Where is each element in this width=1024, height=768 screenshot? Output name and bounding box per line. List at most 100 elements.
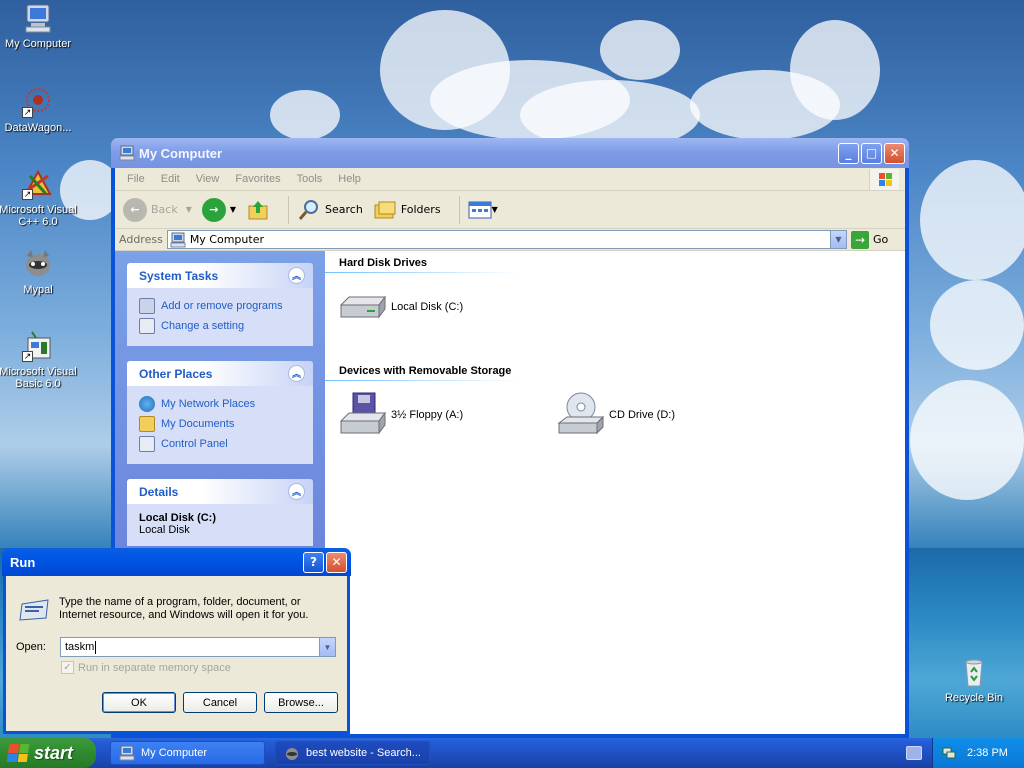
control-panel-link[interactable]: Control Panel bbox=[139, 434, 301, 454]
maximize-button[interactable]: □ bbox=[861, 142, 882, 164]
run-icon bbox=[18, 598, 50, 622]
taskbar: start My Computer best website - Search.… bbox=[0, 738, 1024, 768]
open-label: Open: bbox=[16, 641, 46, 653]
search-icon bbox=[298, 199, 319, 220]
taskbar-item-my-computer[interactable]: My Computer bbox=[110, 741, 265, 765]
forward-button[interactable]: → ▼ bbox=[201, 197, 237, 222]
system-tasks-panel: System Tasks ︽ Add or remove programs Ch… bbox=[127, 263, 313, 346]
run-close-button[interactable]: ✕ bbox=[326, 551, 347, 573]
chevron-down-icon: ▼ bbox=[491, 205, 498, 214]
up-folder-button[interactable] bbox=[246, 198, 270, 222]
close-button[interactable]: ✕ bbox=[884, 142, 905, 164]
address-field[interactable]: My Computer ▼ bbox=[166, 230, 847, 249]
computer-icon bbox=[119, 745, 135, 761]
search-button[interactable]: Search bbox=[297, 198, 363, 222]
separate-memory-checkbox[interactable]: ✓ Run in separate memory space bbox=[61, 661, 231, 674]
folders-button[interactable]: Folders bbox=[373, 198, 441, 222]
ok-button[interactable]: OK bbox=[102, 692, 176, 713]
minimize-button[interactable]: _ bbox=[838, 142, 859, 164]
desktop-icon-label: Mypal bbox=[23, 284, 53, 296]
open-input[interactable]: taskm ▼ bbox=[60, 637, 336, 657]
visual-cpp-icon: ↗ bbox=[22, 168, 54, 200]
address-label: Address bbox=[119, 233, 163, 246]
menu-edit[interactable]: Edit bbox=[153, 173, 188, 185]
computer-icon bbox=[119, 145, 135, 161]
details-header[interactable]: Details ︽ bbox=[127, 479, 313, 504]
details-panel: Details ︽ Local Disk (C:) Local Disk bbox=[127, 479, 313, 546]
explorer-titlebar[interactable]: My Computer _ □ ✕ bbox=[111, 138, 909, 168]
drive-local-disk-c[interactable]: Local Disk (C:) bbox=[339, 283, 557, 331]
my-documents-link[interactable]: My Documents bbox=[139, 414, 301, 434]
browse-button[interactable]: Browse... bbox=[264, 692, 338, 713]
mypal-icon bbox=[22, 248, 54, 280]
keyboard-icon[interactable] bbox=[906, 746, 922, 760]
run-title: Run bbox=[10, 554, 36, 570]
taskbar-item-browser[interactable]: best website - Search... bbox=[275, 741, 430, 765]
control-panel-icon bbox=[139, 318, 155, 334]
desktop-icon-my-computer[interactable]: My Computer bbox=[0, 2, 78, 50]
clock[interactable]: 2:38 PM bbox=[967, 747, 1008, 759]
drive-floppy-a[interactable]: 3½ Floppy (A:) bbox=[339, 391, 557, 439]
network-tray-icon[interactable] bbox=[941, 745, 957, 761]
desktop-icon-visual-basic[interactable]: ↗ Microsoft Visual Basic 6.0 bbox=[0, 330, 78, 390]
add-remove-programs-icon bbox=[139, 298, 155, 314]
floppy-drive-icon bbox=[339, 391, 387, 439]
desktop-icon-mypal[interactable]: Mypal bbox=[0, 248, 78, 296]
go-button[interactable]: → Go bbox=[851, 230, 901, 249]
up-folder-icon bbox=[248, 200, 268, 219]
my-network-places-link[interactable]: My Network Places bbox=[139, 394, 301, 414]
menu-tools[interactable]: Tools bbox=[289, 173, 331, 185]
checkbox-icon: ✓ bbox=[61, 661, 74, 674]
folders-icon bbox=[374, 201, 396, 218]
change-setting-link[interactable]: Change a setting bbox=[139, 316, 301, 336]
cancel-button[interactable]: Cancel bbox=[183, 692, 257, 713]
back-button[interactable]: ← Back ▼ bbox=[123, 197, 192, 222]
system-tray: 2:38 PM bbox=[932, 738, 1024, 768]
hard-disk-icon bbox=[339, 283, 387, 331]
run-titlebar[interactable]: Run ? ✕ bbox=[2, 548, 351, 576]
system-tasks-header[interactable]: System Tasks ︽ bbox=[127, 263, 313, 288]
network-places-icon bbox=[139, 396, 155, 412]
open-dropdown-button[interactable]: ▼ bbox=[319, 638, 335, 656]
desktop-icon-recycle-bin[interactable]: Recycle Bin bbox=[934, 656, 1014, 704]
details-name: Local Disk (C:) bbox=[139, 512, 217, 524]
group-header-hard-disks: Hard Disk Drives bbox=[339, 257, 428, 269]
menu-help[interactable]: Help bbox=[330, 173, 369, 185]
address-bar: Address My Computer ▼ → Go bbox=[115, 229, 905, 251]
visual-basic-icon: ↗ bbox=[22, 330, 54, 362]
details-type: Local Disk bbox=[139, 524, 190, 536]
desktop-icon-label: DataWagon... bbox=[4, 122, 72, 134]
drive-cd-d[interactable]: CD Drive (D:) bbox=[557, 391, 775, 439]
menu-file[interactable]: File bbox=[119, 173, 153, 185]
start-button[interactable]: start bbox=[0, 738, 96, 768]
chevron-down-icon: ▼ bbox=[185, 205, 192, 214]
toolbar-separator bbox=[458, 195, 460, 224]
collapse-chevron-icon[interactable]: ︽ bbox=[288, 483, 305, 500]
desktop-icon-label: Microsoft Visual Basic 6.0 bbox=[0, 366, 77, 390]
windows-logo-icon bbox=[869, 169, 899, 190]
recycle-bin-icon bbox=[958, 656, 990, 688]
desktop-icon-datawagon[interactable]: ↗ DataWagon... bbox=[0, 86, 78, 134]
desktop-icon-visual-cpp[interactable]: ↗ Microsoft Visual C++ 6.0 bbox=[0, 168, 78, 228]
chevron-down-icon: ▼ bbox=[229, 205, 237, 214]
file-list: Hard Disk Drives Local Disk (C:) Devices… bbox=[325, 251, 905, 734]
help-button[interactable]: ? bbox=[303, 551, 324, 573]
collapse-chevron-icon[interactable]: ︽ bbox=[288, 365, 305, 382]
datawagon-icon: ↗ bbox=[22, 86, 54, 118]
add-remove-programs-link[interactable]: Add or remove programs bbox=[139, 296, 301, 316]
forward-arrow-icon: → bbox=[201, 197, 226, 222]
collapse-chevron-icon[interactable]: ︽ bbox=[288, 267, 305, 284]
menu-bar: File Edit View Favorites Tools Help bbox=[115, 168, 905, 191]
other-places-header[interactable]: Other Places ︽ bbox=[127, 361, 313, 386]
text-cursor bbox=[95, 640, 97, 654]
menu-favorites[interactable]: Favorites bbox=[227, 173, 288, 185]
toolbar-separator bbox=[288, 195, 290, 224]
run-dialog[interactable]: Run ? ✕ Type the name of a program, fold… bbox=[2, 548, 351, 734]
address-dropdown-button[interactable]: ▼ bbox=[830, 231, 846, 248]
desktop-icon-label: My Computer bbox=[4, 38, 72, 50]
menu-view[interactable]: View bbox=[188, 173, 228, 185]
toolbar: ← Back ▼ → ▼ Search Folders ▼ bbox=[115, 191, 905, 229]
go-arrow-icon: → bbox=[851, 230, 869, 249]
computer-icon bbox=[22, 2, 54, 34]
views-button[interactable]: ▼ bbox=[468, 200, 498, 220]
